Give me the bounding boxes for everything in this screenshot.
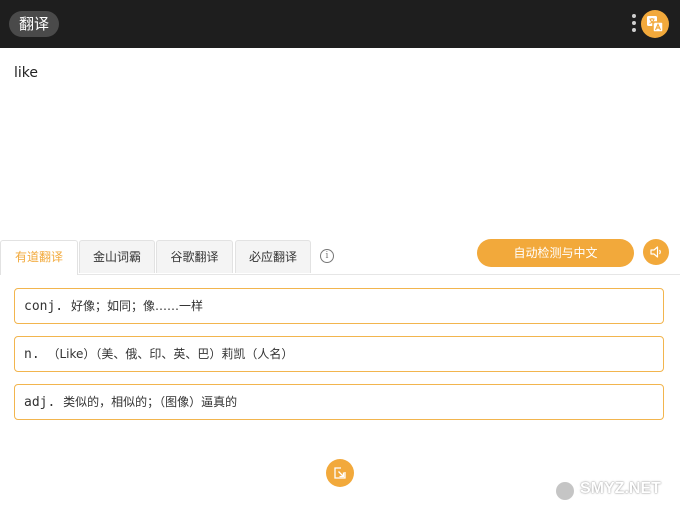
part-of-speech: conj. [24, 299, 64, 314]
watermark-text: SMYZ.NET [580, 480, 661, 497]
tab-bing[interactable]: 必应翻译 [235, 240, 311, 273]
result-item[interactable]: adj. 类似的，相似的；（图像）逼真的 [14, 384, 664, 420]
info-icon[interactable]: i [320, 249, 334, 263]
definition: （Like）（美、俄、印、英、巴）莉凯（人名） [47, 347, 294, 361]
open-external-icon[interactable] [326, 459, 354, 487]
header-bar: 翻译 [0, 0, 680, 48]
translator-app: 翻译 like 有道翻译 金山词霸 谷歌翻译 必应翻译 i 自动检测与中文 co… [0, 0, 680, 510]
tab-jinshan[interactable]: 金山词霸 [79, 240, 155, 273]
language-direction-button[interactable]: 自动检测与中文 [477, 239, 634, 267]
part-of-speech: adj. [24, 395, 56, 410]
result-item[interactable]: n. （Like）（美、俄、印、英、巴）莉凯（人名） [14, 336, 664, 372]
watermark-logo-icon [556, 482, 574, 500]
tab-youdao[interactable]: 有道翻译 [0, 240, 78, 275]
speaker-icon[interactable] [643, 239, 669, 265]
definition: 好像；如同；像……一样 [70, 299, 203, 313]
source-text-input[interactable]: like [14, 64, 664, 224]
tab-google[interactable]: 谷歌翻译 [156, 240, 233, 273]
definition: 类似的，相似的；（图像）逼真的 [63, 395, 238, 409]
part-of-speech: n. [24, 347, 40, 362]
app-title[interactable]: 翻译 [9, 11, 60, 37]
result-item[interactable]: conj. 好像；如同；像……一样 [14, 288, 664, 324]
more-vertical-icon[interactable] [629, 14, 639, 36]
translate-icon[interactable] [641, 10, 669, 38]
